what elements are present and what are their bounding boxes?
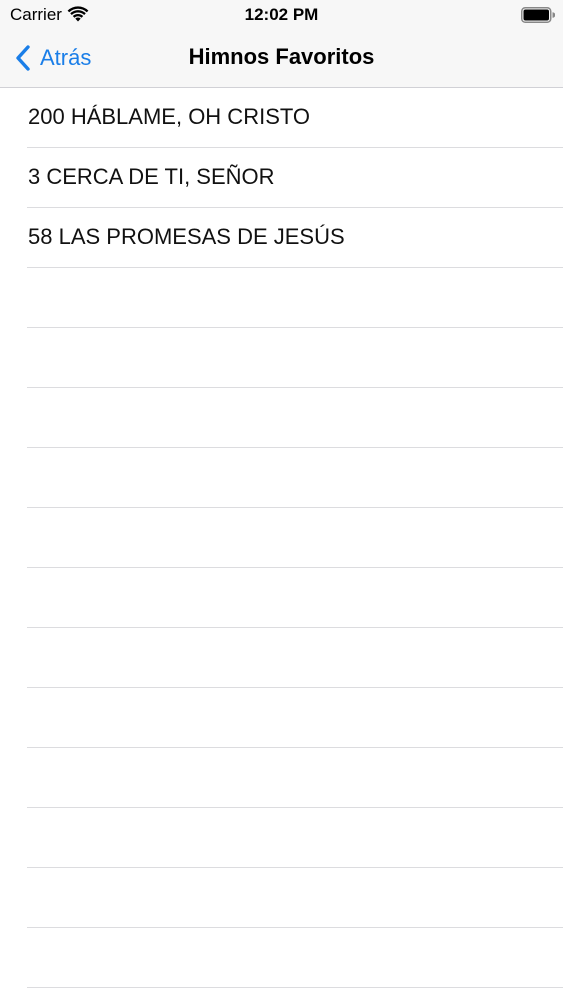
empty-row [27,568,563,628]
hymn-title: 58 LAS PROMESAS DE JESÚS [28,224,345,249]
empty-row [27,508,563,568]
empty-row [27,868,563,928]
status-bar: Carrier 12:02 PM [0,0,563,30]
empty-row [27,448,563,508]
navigation-bar: Atrás Himnos Favoritos [0,30,563,88]
empty-row [27,688,563,748]
empty-row [27,388,563,448]
empty-row [27,928,563,988]
list-item[interactable]: 58 LAS PROMESAS DE JESÚS [27,208,563,268]
clock: 12:02 PM [244,5,319,24]
empty-row [27,268,563,328]
empty-row [27,328,563,388]
page-title: Himnos Favoritos [188,44,375,69]
list-item[interactable]: 200 HÁBLAME, OH CRISTO [27,88,563,148]
favorites-table[interactable]: 200 HÁBLAME, OH CRISTO 3 CERCA DE TI, SE… [0,88,563,1000]
list-item[interactable]: 3 CERCA DE TI, SEÑOR [27,148,563,208]
battery-icon [521,7,555,23]
screen: Carrier 12:02 PM Atrás Himnos Favoritos … [0,0,563,1000]
hymn-title: 200 HÁBLAME, OH CRISTO [28,104,311,129]
empty-row [27,748,563,808]
empty-row [27,808,563,868]
empty-row [27,628,563,688]
hymn-title: 3 CERCA DE TI, SEÑOR [28,164,275,189]
